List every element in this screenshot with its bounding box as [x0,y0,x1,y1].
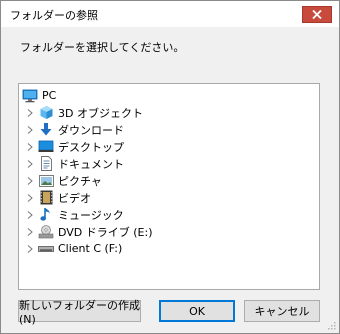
tree-item-label: ミュージック [58,208,124,222]
pc-icon [21,87,39,104]
tree-item-dvd-drive[interactable]: DVD ドライブ (E:) [23,223,153,240]
tree-item-pictures[interactable]: ピクチャ [23,172,102,189]
chevron-right-icon[interactable] [23,206,37,223]
3d-objects-icon [37,104,55,121]
tree-item-label: ビデオ [58,191,91,205]
tree-item-3d-objects[interactable]: 3D オブジェクト [23,104,143,121]
chevron-right-icon[interactable] [23,121,37,138]
tree-item-label: ドキュメント [58,157,124,171]
tree-item-pc[interactable]: PC [21,87,56,104]
chevron-right-icon[interactable] [23,189,37,206]
chevron-right-icon[interactable] [23,155,37,172]
cancel-button[interactable]: キャンセル [244,300,320,322]
tree-item-label: デスクトップ [58,140,124,154]
tree-item-label: 3D オブジェクト [58,106,143,120]
desktop-icon [37,138,55,155]
tree-item-downloads[interactable]: ダウンロード [23,121,124,138]
tree-item-label: Client C (F:) [58,242,123,255]
chevron-right-icon[interactable] [23,138,37,155]
title-bar: フォルダーの参照 [1,1,339,27]
tree-item-label: ダウンロード [58,123,124,137]
tree-item-videos[interactable]: ビデオ [23,189,91,206]
resize-grip-icon[interactable] [326,320,336,330]
new-folder-button[interactable]: 新しいフォルダーの作成(N) [18,299,141,326]
network-drive-icon [37,240,55,257]
close-button[interactable] [302,6,332,23]
tree-item-music[interactable]: ミュージック [23,206,124,223]
tree-item-label: DVD ドライブ (E:) [58,225,153,239]
document-icon [37,155,55,172]
chevron-right-icon[interactable] [23,240,37,257]
chevron-right-icon[interactable] [23,172,37,189]
chevron-right-icon[interactable] [23,104,37,121]
pictures-icon [37,172,55,189]
tree-item-documents[interactable]: ドキュメント [23,155,124,172]
video-icon [37,189,55,206]
ok-button[interactable]: OK [159,300,235,322]
download-icon [37,121,55,138]
chevron-right-icon[interactable] [23,223,37,240]
window-title: フォルダーの参照 [10,9,98,22]
tree-item-desktop[interactable]: デスクトップ [23,138,124,155]
folder-tree[interactable]: PC 3D オブジェクト ダウンロード デスクトップ ドキュメント ピクチャ ビ… [18,83,320,290]
browse-folder-dialog: フォルダーの参照 フォルダーを選択してください。 PC 3D オブジェクト ダウ… [0,0,340,334]
tree-item-label: ピクチャ [58,174,102,188]
close-icon [312,10,322,19]
instruction-text: フォルダーを選択してください。 [20,41,185,54]
dvd-drive-icon [37,223,55,240]
tree-item-client-c[interactable]: Client C (F:) [23,240,122,257]
music-icon [37,206,55,223]
tree-item-label: PC [42,89,57,102]
